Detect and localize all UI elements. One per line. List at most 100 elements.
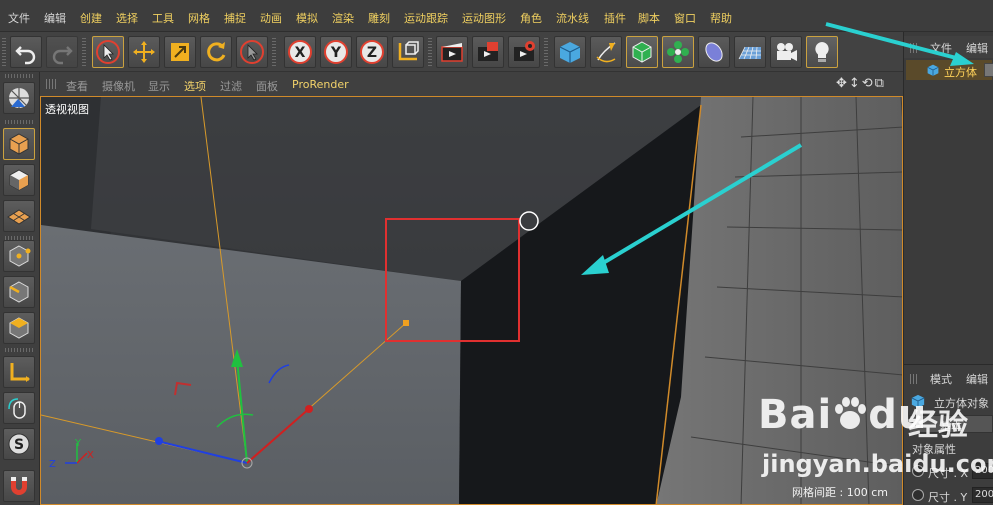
render-view-button[interactable]: [436, 36, 468, 68]
clapper-gear-icon: [514, 41, 535, 61]
menu-item[interactable]: 运动图形: [462, 10, 506, 26]
camera-button[interactable]: [770, 36, 802, 68]
viewport-menu-item[interactable]: 摄像机: [102, 78, 135, 94]
move-arrows-icon: [133, 41, 155, 63]
viewport-menu-item[interactable]: 显示: [148, 78, 170, 94]
undo-button[interactable]: [10, 36, 42, 68]
coordinate-system-button[interactable]: [392, 36, 424, 68]
tab-mode[interactable]: 模式: [930, 371, 952, 387]
viewport-menu-item[interactable]: 过滤: [220, 78, 242, 94]
axis-mode-button[interactable]: [3, 356, 35, 388]
axis-y-icon: Y: [324, 40, 348, 64]
menu-item[interactable]: 编辑: [44, 10, 66, 26]
points-cube-icon: [9, 245, 31, 267]
pen-spline-button[interactable]: [590, 36, 622, 68]
camera-icon: [777, 43, 797, 61]
subdivision-button[interactable]: [626, 36, 658, 68]
mini-axis-x-label: X: [87, 450, 94, 461]
viewport-menubar-grip[interactable]: [46, 79, 58, 89]
menu-item[interactable]: 工具: [152, 10, 174, 26]
menu-item[interactable]: 角色: [520, 10, 542, 26]
cloner-button[interactable]: [662, 36, 694, 68]
deformer-button[interactable]: [698, 36, 730, 68]
cube-object-button[interactable]: [554, 36, 586, 68]
edges-mode-button[interactable]: [3, 276, 35, 308]
render-settings-button[interactable]: [508, 36, 540, 68]
axis-y-button[interactable]: Y: [320, 36, 352, 68]
object-manager-panel: 文件 编辑 立方体 模式 编辑 立方体对象 基本 对象属性 尺寸 . X 200…: [825, 22, 993, 505]
mouse-icon: [8, 398, 26, 419]
toolbar-separator: [544, 38, 548, 66]
axis-x-button[interactable]: X: [284, 36, 316, 68]
live-select-button[interactable]: [236, 36, 268, 68]
menu-item[interactable]: 创建: [80, 10, 102, 26]
floor-button[interactable]: [734, 36, 766, 68]
menu-item[interactable]: 雕刻: [368, 10, 390, 26]
menu-item[interactable]: 脚本: [638, 10, 660, 26]
viewport-menu-item[interactable]: 面板: [256, 78, 278, 94]
menu-item[interactable]: 模拟: [296, 10, 318, 26]
attribute-manager-grip[interactable]: [910, 374, 918, 384]
menu-item[interactable]: 网格: [188, 10, 210, 26]
menu-item[interactable]: 文件: [8, 10, 30, 26]
svg-text:X: X: [295, 45, 306, 61]
polygons-mode-button[interactable]: [3, 312, 35, 344]
size-y-field[interactable]: 200: [972, 487, 993, 503]
move-tool-button[interactable]: [128, 36, 160, 68]
select-tool-button[interactable]: [92, 36, 124, 68]
left-toolbar-grip[interactable]: [5, 74, 33, 78]
tab-edit[interactable]: 编辑: [966, 371, 988, 387]
perspective-viewport[interactable]: Y X Z 透视视图 网格间距 : 100 cm: [40, 96, 903, 505]
menu-item[interactable]: 窗口: [674, 10, 696, 26]
rotate-tool-button[interactable]: [200, 36, 232, 68]
toolbar-grip[interactable]: [2, 38, 6, 66]
menu-item[interactable]: 渲染: [332, 10, 354, 26]
make-editable-button[interactable]: [3, 82, 35, 114]
section-title: 对象属性: [912, 443, 956, 456]
texture-mode-button[interactable]: [3, 164, 35, 196]
viewport-menu-item[interactable]: 查看: [66, 78, 88, 94]
menu-item[interactable]: 流水线: [556, 10, 589, 26]
checker-cube-icon: [9, 169, 29, 191]
size-y-radio[interactable]: [912, 489, 924, 501]
pen-icon: [596, 42, 616, 63]
model-mode-button[interactable]: [3, 128, 35, 160]
subdivision-icon: [632, 41, 652, 63]
edges-cube-icon: [9, 281, 29, 303]
cube-icon: [559, 42, 581, 63]
menu-item[interactable]: 捕捉: [224, 10, 246, 26]
toolbar-separator: [272, 38, 276, 66]
viewport-scene: Y X Z: [41, 97, 902, 504]
viewport-menu-item[interactable]: 选项: [184, 78, 206, 94]
toolbar-separator: [82, 38, 86, 66]
points-mode-button[interactable]: [3, 240, 35, 272]
menu-item[interactable]: 插件: [604, 10, 626, 26]
size-x-radio[interactable]: [912, 465, 924, 477]
menu-item[interactable]: 帮助: [710, 10, 732, 26]
redo-button[interactable]: [46, 36, 78, 68]
menu-item[interactable]: 动画: [260, 10, 282, 26]
redo-icon: [52, 46, 73, 65]
object-type-label: 立方体对象: [934, 397, 989, 410]
tweak-mode-button[interactable]: [3, 392, 35, 424]
snap-s-icon: S: [8, 433, 30, 455]
svg-text:S: S: [14, 437, 24, 453]
magnet-button[interactable]: [3, 470, 35, 502]
cloner-icon: [667, 41, 689, 63]
workplane-mode-button[interactable]: [3, 200, 35, 232]
clapper-render-icon: [441, 43, 463, 62]
basic-section-button[interactable]: 基本: [909, 415, 993, 433]
size-y-label: 尺寸 . Y: [928, 491, 968, 504]
size-x-field[interactable]: 200: [972, 463, 993, 479]
axis-z-button[interactable]: Z: [356, 36, 388, 68]
scale-icon: [171, 43, 189, 61]
snap-button[interactable]: S: [3, 428, 35, 460]
cube-icon: [911, 394, 925, 408]
menu-item[interactable]: 运动跟踪: [404, 10, 448, 26]
menu-item[interactable]: 选择: [116, 10, 138, 26]
deformer-icon: [705, 42, 723, 62]
magnet-icon: [11, 477, 27, 495]
scale-tool-button[interactable]: [164, 36, 196, 68]
render-picture-viewer-button[interactable]: [472, 36, 504, 68]
viewport-menu-item[interactable]: ProRender: [292, 78, 349, 91]
